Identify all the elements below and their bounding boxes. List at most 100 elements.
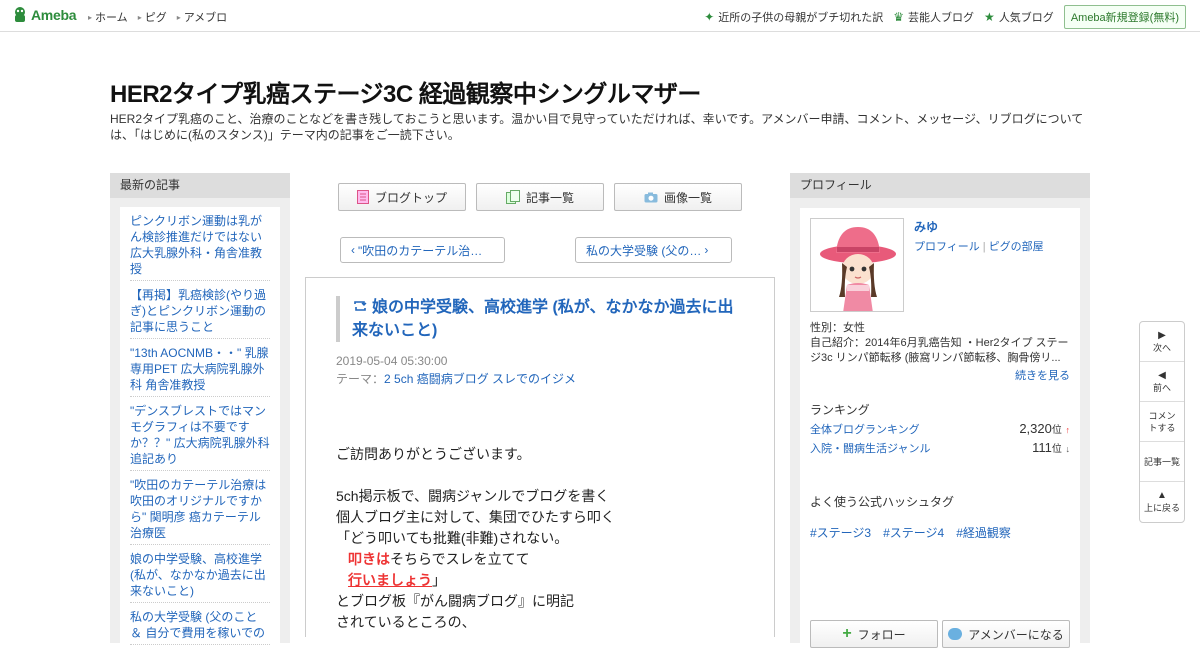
triangle-left-icon: ◀ (1158, 369, 1166, 381)
copy-icon (505, 190, 520, 204)
body-line: ご訪問ありがとうございます。 (336, 446, 531, 462)
recent-article-link[interactable]: "吹田のカテーテル治療は吹田のオリジナルですから" 関明彦 癌カテーテル治療医 (130, 471, 270, 545)
rank-unit: 位 (1051, 425, 1062, 436)
nav-ameblo-label: アメブロ (183, 12, 228, 24)
profile-intro: 自己紹介：2014年6月乳癌告知 ・Her2タイプ ステージ3c リンパ節転移 … (810, 337, 1069, 364)
body-line: とブログ板『がん闘病ブログ』に明記 (336, 593, 574, 609)
hashtag-link[interactable]: #ステージ4 (883, 524, 944, 541)
celebrity-blog-label: 芸能人ブログ (908, 12, 975, 24)
image-list-label: 画像一覧 (663, 190, 712, 205)
hashtag-link[interactable]: #経過観察 (956, 524, 1011, 541)
register-button[interactable]: Ameba新規登録(無料) (1063, 5, 1186, 29)
theme-label: テーマ： (336, 372, 385, 386)
body-line: 叩きはそちらでスレを立てて (336, 549, 615, 570)
article-title-text: 娘の中学受験、高校進学 (私が、なかなか過去に出来ないこと) (352, 299, 734, 339)
star-icon: ★ (984, 10, 995, 24)
recent-article-link[interactable]: 【再掲】乳癌検診(やり過ぎ)とピンクリボン運動の記事に思うこと (130, 281, 270, 339)
profile-panel: プロフィール みゆ プロフィール | ピグの部屋 性別：女性 自己紹介：2014… (790, 173, 1090, 648)
recent-article-link[interactable]: 私の大学受験 (父のこと ＆ 自分で費用を稼いでの (130, 603, 270, 645)
amember-button[interactable]: アメンバーになる (942, 620, 1070, 648)
crown-icon: ♛ (893, 10, 905, 24)
prev-article-label: "吹田のカテーテル治… (358, 243, 483, 258)
image-list-button[interactable]: 画像一覧 (614, 183, 742, 211)
profile-links: プロフィール | ピグの部屋 (914, 238, 1044, 254)
triangle-right-icon: ▶ (1158, 329, 1166, 341)
plus-icon: + (842, 625, 852, 642)
recent-articles-list: ピンクリボン運動は乳がん検診推進だけではない 広大乳腺外科・角舎准教授 【再掲】… (120, 207, 280, 647)
nav-home-label: ホーム (95, 12, 128, 24)
profile-link[interactable]: プロフィール (914, 241, 980, 253)
next-button[interactable]: ▶ 次へ (1140, 322, 1184, 362)
triangle-up-icon: ▲ (1157, 490, 1167, 501)
blog-top-label: ブログトップ (374, 190, 447, 205)
popular-blog-label: 人気ブログ (998, 12, 1054, 24)
recent-article-link[interactable]: "デンスブレストではマンモグラフィは不要ですか？？" 広大病院乳腺外科追記あり (130, 397, 270, 471)
recent-articles-heading: 最新の記事 (110, 173, 290, 198)
article-body: ご訪問ありがとうございます。 5ch掲示板で、闘病ジャンルでブログを書く 個人ブ… (336, 444, 615, 633)
chevron-left-icon: ‹ (351, 243, 355, 257)
profile-gender: 性別：女性 (810, 322, 865, 334)
avatar[interactable] (810, 218, 904, 312)
avatar-image (811, 219, 903, 311)
ranking-row: 全体ブログランキング 2,320位 ↑ (810, 421, 1070, 437)
blog-title[interactable]: HER2タイプ乳癌ステージ3C 経過観察中シングルマザー (110, 74, 701, 109)
sparkle-icon: ✦ (704, 10, 715, 24)
body-line: 行いましょう」 (336, 570, 615, 591)
article-list-side-button[interactable]: 記事一覧 (1140, 442, 1184, 482)
body-line: 5ch掲示板で、闘病ジャンルでブログを書く (336, 488, 610, 504)
ranking-label[interactable]: 入院・闘病生活ジャンル (810, 440, 930, 456)
article-list-side-label: 記事一覧 (1143, 456, 1180, 467)
read-more-link[interactable]: 続きを見る (1015, 367, 1070, 383)
nav-pigg-label: ピグ (144, 12, 167, 24)
popular-blog-link[interactable]: ★ 人気ブログ (984, 9, 1054, 25)
body-text: そちらでスレを立てて (390, 551, 530, 567)
reblog-icon (354, 301, 367, 311)
highlight-text: 叩きは (348, 551, 390, 567)
ameba-mark-icon (15, 7, 25, 22)
prev-button[interactable]: ◀ 前へ (1140, 362, 1184, 402)
rank-number: 111 (1032, 440, 1052, 455)
article-list-label: 記事一覧 (525, 190, 574, 205)
theme-link[interactable]: 2 5ch 癌闘病ブログ スレでのイジメ (384, 372, 576, 386)
recent-articles-panel: 最新の記事 ピンクリボン運動は乳がん検診推進だけではない 広大乳腺外科・角舎准教… (110, 173, 290, 647)
nav-pigg[interactable]: ▸ ピグ (138, 9, 167, 25)
rank-unit: 位 (1051, 444, 1062, 455)
profile-name[interactable]: みゆ (914, 218, 938, 235)
hashtag-link[interactable]: #ステージ3 (810, 524, 871, 541)
recent-article-link[interactable]: 娘の中学受験、高校進学 (私が、なかなか過去に出来ないこと) (130, 545, 270, 603)
follow-button[interactable]: + フォロー (810, 620, 938, 648)
recent-article-link[interactable]: ピンクリボン運動は乳がん検診推進だけではない 広大乳腺外科・角舎准教授 (130, 207, 270, 281)
trend-link-label: 近所の子供の母親がブチ切れた訳 (718, 12, 884, 24)
blog-top-button[interactable]: ブログトップ (338, 183, 466, 211)
ameba-logo[interactable]: Ameba (12, 6, 76, 24)
separator: | (982, 241, 986, 253)
nav-home[interactable]: ▸ ホーム (88, 9, 128, 25)
prev-label: 前へ (1152, 382, 1171, 393)
hashtag-list: #ステージ3 #ステージ4 #経過観察 (810, 524, 1011, 541)
nav-ameblo[interactable]: ▸ アメブロ (177, 9, 227, 25)
back-to-top-button[interactable]: ▲ 上に戻る (1140, 482, 1184, 522)
arrow-up-icon: ↑ (1065, 425, 1071, 435)
comment-label: コメントする (1148, 410, 1176, 433)
global-nav: ▸ ホーム ▸ ピグ ▸ アメブロ (88, 9, 227, 25)
pigg-room-link[interactable]: ピグの部屋 (989, 241, 1044, 253)
recent-article-link[interactable]: "13th AOCNMB・・" 乳腺専用PET 広大病院乳腺外科 角舎准教授 (130, 339, 270, 397)
ranking-label[interactable]: 全体ブログランキング (810, 421, 920, 437)
article-title[interactable]: 娘の中学受験、高校進学 (私が、なかなか過去に出来ないこと) (352, 296, 736, 342)
profile-heading: プロフィール (790, 173, 1090, 198)
next-article-label: 私の大学受験 (父の… (586, 243, 702, 258)
hashtag-heading: よく使う公式ハッシュタグ (810, 495, 955, 509)
ranking-value: 111位 ↓ (1032, 440, 1070, 456)
chevron-right-icon: ▸ (88, 12, 93, 22)
celebrity-blog-link[interactable]: ♛ 芸能人ブログ (893, 9, 974, 25)
next-article-link[interactable]: 私の大学受験 (父の… › (575, 237, 732, 263)
ranking-value: 2,320位 ↑ (1019, 421, 1070, 437)
logo-text: Ameba (31, 7, 77, 23)
prev-article-link[interactable]: ‹ "吹田のカテーテル治… (340, 237, 505, 263)
chevron-right-icon: ▸ (176, 12, 181, 22)
chevron-right-icon: › (704, 243, 709, 257)
trend-link[interactable]: ✦ 近所の子供の母親がブチ切れた訳 (704, 9, 883, 25)
comment-button[interactable]: コメントする (1140, 402, 1184, 442)
article-list-button[interactable]: 記事一覧 (476, 183, 604, 211)
rank-number: 2,320 (1019, 421, 1052, 436)
